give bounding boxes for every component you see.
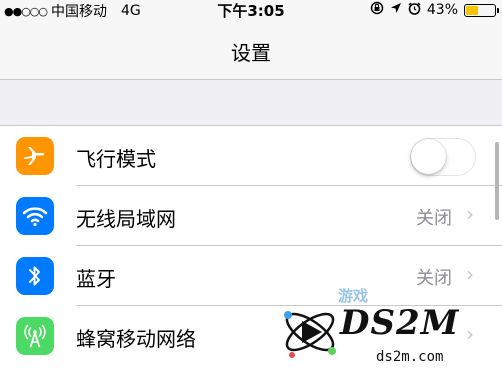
battery-icon [464, 3, 499, 17]
settings-row-bluetooth[interactable]: 蓝牙 关闭 › [0, 246, 502, 306]
settings-row-label: 飞行模式 [76, 147, 156, 171]
status-right: 43% [370, 1, 499, 19]
status-bar: ●●○○○ 中国移动 4G 下午3:05 43% [0, 0, 502, 20]
navigation-bar: 设置 [0, 20, 502, 80]
bluetooth-icon [16, 257, 54, 295]
chevron-right-icon: › [466, 322, 474, 346]
settings-row-airplane-mode[interactable]: 飞行模式 [0, 126, 502, 186]
settings-row-wifi[interactable]: 无线局域网 关闭 › [0, 186, 502, 246]
cellular-icon [16, 317, 54, 355]
group-spacer [0, 80, 502, 125]
settings-row-label: 蓝牙 [76, 267, 116, 291]
toggle-knob [411, 139, 446, 174]
chevron-right-icon: › [466, 262, 474, 286]
airplane-icon [16, 137, 54, 175]
settings-row-value: 关闭 [416, 268, 452, 289]
settings-row-cellular[interactable]: 蜂窝移动网络 › [0, 306, 502, 366]
battery-percent: 43% [426, 2, 458, 18]
airplane-mode-toggle[interactable] [410, 138, 476, 176]
battery-fill [466, 5, 478, 15]
rotation-lock-icon [370, 1, 384, 19]
settings-row-label: 无线局域网 [76, 207, 176, 231]
alarm-icon [408, 1, 421, 19]
settings-row-value: 关闭 [416, 208, 452, 229]
chevron-right-icon: › [466, 202, 474, 226]
settings-row-label: 蜂窝移动网络 [76, 327, 196, 351]
scrollbar[interactable] [495, 142, 499, 220]
page-title: 设置 [231, 41, 271, 65]
location-arrow-icon [390, 2, 402, 18]
settings-list: 飞行模式 无线局域网 关闭 › 蓝牙 关闭 › 蜂窝移动网络 › [0, 125, 502, 374]
wifi-icon [16, 197, 54, 235]
